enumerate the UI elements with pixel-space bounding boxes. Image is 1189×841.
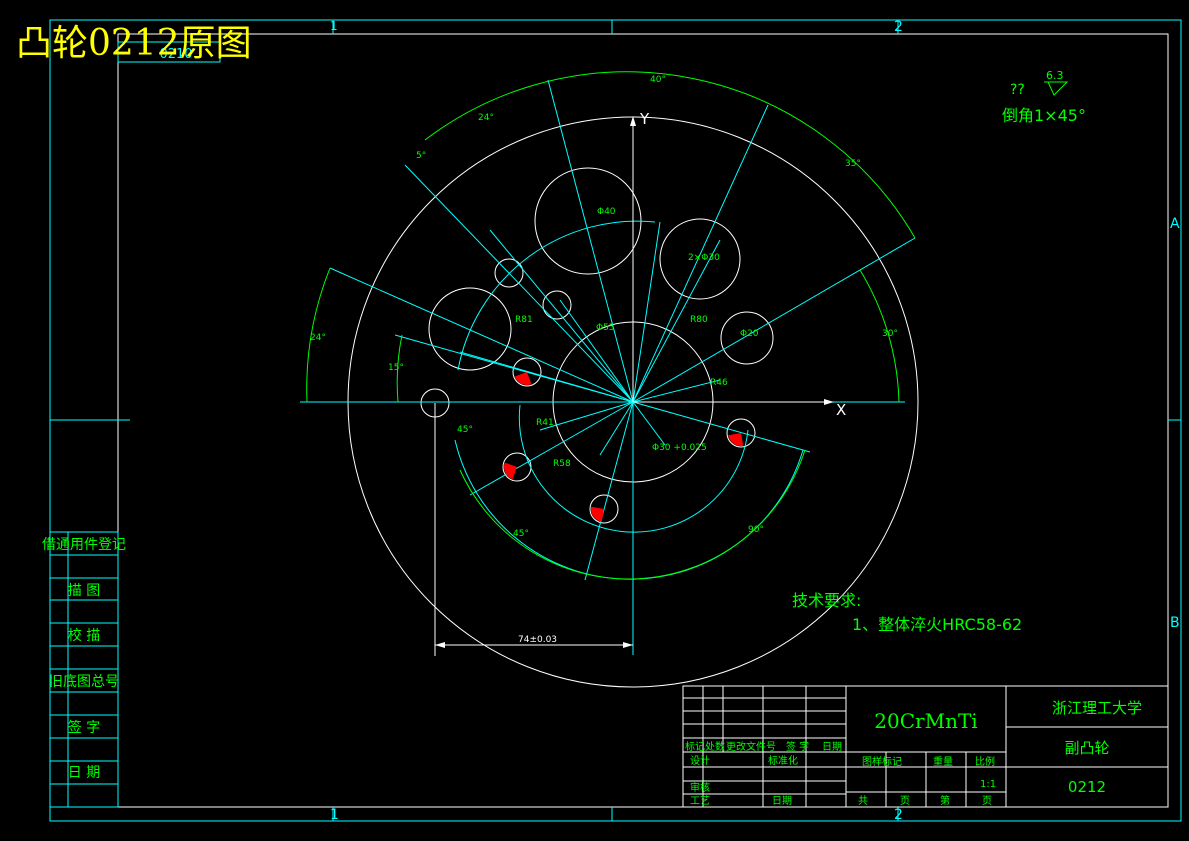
hole-small-2 <box>542 290 572 320</box>
tech-requirements-item: 1、整体淬火HRC58-62 <box>852 615 1022 634</box>
dim-d-top: Φ40 <box>597 207 616 217</box>
dim-arc-bottom-left: 45° <box>513 529 529 539</box>
dim-arc-right-upper: 35° <box>845 159 861 169</box>
material-label: 20CrMnTi <box>874 709 977 733</box>
scale-value: 1:1 <box>980 779 996 790</box>
left-strip-label-1: 描 图 <box>68 583 100 599</box>
total-label: 共 <box>858 795 868 807</box>
dim-r-inner2: R58 <box>553 459 571 469</box>
dim-r-upper: R80 <box>690 315 708 325</box>
dim-arc-left-inner: 15° <box>388 363 404 373</box>
hole-left <box>428 287 512 371</box>
dim-r-right: R46 <box>710 378 728 388</box>
dim-center-label: Φ30 +0.025 <box>652 443 707 453</box>
axis-x-label: X <box>836 401 846 419</box>
chamfer-note: 倒角1×45° <box>1002 106 1086 125</box>
total-unit: 页 <box>900 795 910 807</box>
left-strip-label-3: 旧底图总号 <box>49 674 119 690</box>
cad-drawing: 1 2 1 2 A B 0210 凸轮0212原图 借通用件登记 描 图 校 描… <box>16 19 1182 823</box>
dim-arc-top: 40° <box>650 75 666 85</box>
outer-border <box>49 19 1182 822</box>
inner-border <box>117 33 1169 808</box>
left-strip-label-4: 签 字 <box>68 719 100 736</box>
tech-requirements-heading: 技术要求: <box>792 591 861 610</box>
dim-arc-upper-left: 24° <box>478 113 494 123</box>
zone-label-top-2: 2 <box>894 19 903 35</box>
row-review: 审核 <box>690 781 710 794</box>
stage-header-2: 比例 <box>975 755 995 768</box>
zone-label-bottom-2: 2 <box>894 807 903 823</box>
surface-finish-prefix: ?? <box>1010 82 1025 98</box>
drawing-number: 0212 <box>1068 778 1106 796</box>
dim-arc-right: 30° <box>882 329 898 339</box>
row-date: 日期 <box>772 795 792 807</box>
stage-header-1: 重量 <box>933 755 953 768</box>
school-name: 浙江理工大学 <box>1052 699 1142 717</box>
dim-d-upper-right: 2×Φ30 <box>688 253 720 263</box>
dim-arc-lower-left: 45° <box>457 425 473 435</box>
row-design: 设计 <box>690 754 710 767</box>
mark-header-3: 签 字 <box>786 740 809 753</box>
zone-label-b: B <box>1170 615 1180 631</box>
zone-label-top-1: 1 <box>330 19 338 33</box>
dim-r-left: R81 <box>515 315 533 325</box>
part-name: 副凸轮 <box>1064 739 1109 757</box>
zone-label-bottom-1: 1 <box>330 807 339 823</box>
row-standardize: 标准化 <box>768 754 798 767</box>
mark-header-2: 更改文件号 <box>726 740 776 753</box>
mark-header-1: 处数 <box>705 740 725 753</box>
dim-r-inner1: R41 <box>536 418 554 428</box>
zone-label-a: A <box>1170 216 1180 232</box>
mark-header-0: 标记 <box>685 741 705 753</box>
left-strip-label-5: 日 期 <box>68 765 100 781</box>
title-block-labels: 标记 处数 更改文件号 签 字 日期 设计 标准化 审核 工艺 日期 图样标记 … <box>685 740 996 807</box>
left-strip-label-0: 借通用件登记 <box>42 537 126 553</box>
mark-header-4: 日期 <box>822 741 842 753</box>
drawing-frame <box>49 19 1182 822</box>
row-process: 工艺 <box>690 795 710 807</box>
overlay-title: 凸轮0212原图 <box>16 23 252 64</box>
stage-header-0: 图样标记 <box>862 755 902 768</box>
red-markers <box>504 372 744 522</box>
dim-d-center: Φ55 <box>596 323 615 333</box>
surface-finish-value: 6.3 <box>1046 69 1064 82</box>
surface-finish-icon <box>1044 81 1069 96</box>
dim-arc-left-small: 5° <box>416 151 426 161</box>
dim-arc-left: 24° <box>310 333 326 343</box>
sheet-label: 第 <box>940 794 950 807</box>
left-strip-label-2: 校 描 <box>68 627 100 644</box>
dim-horizontal: 74±0.03 <box>518 635 557 645</box>
sheet-unit: 页 <box>982 795 992 807</box>
dim-d-right: Φ20 <box>740 329 759 339</box>
axis-y-label: Y <box>639 110 650 128</box>
dim-arc-bottom-right: 90° <box>748 525 764 535</box>
